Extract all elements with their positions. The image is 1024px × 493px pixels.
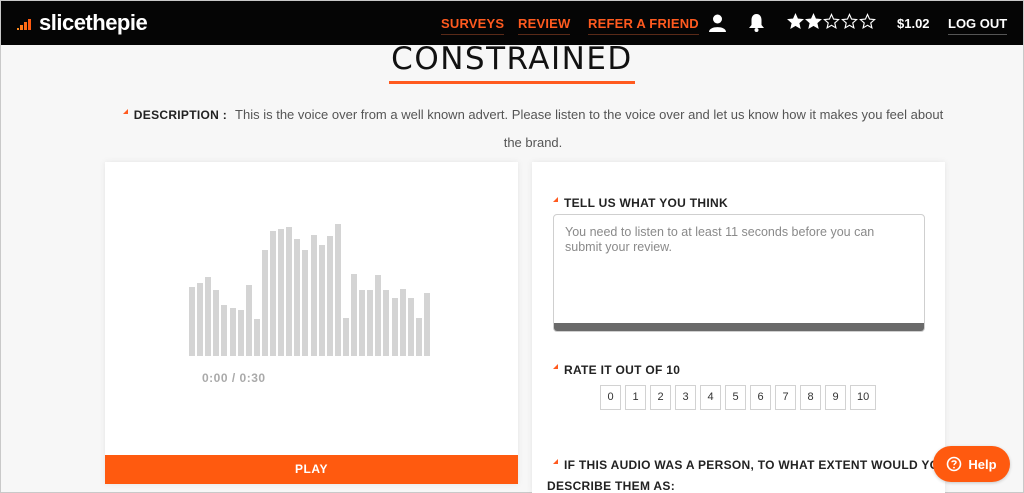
account-balance: $1.02 [897,16,930,31]
waveform-bar [415,318,422,356]
review-textarea[interactable] [554,215,924,323]
star-empty-icon [841,13,858,30]
star-filled-icon [787,13,804,30]
rate-label: RATE IT OUT OF 10 [564,363,681,377]
logo-signal-icon [17,19,31,30]
waveform-bar [407,298,414,356]
rating-option-5[interactable]: 5 [725,385,746,410]
waveform-bar [261,250,268,356]
waveform-bar [310,235,317,356]
waveform-bar [334,224,341,356]
track-title: CONSTRAINED [389,41,635,84]
track-title-wrap: CONSTRAINED [1,41,1023,84]
waveform-bar [367,290,374,356]
rating-option-6[interactable]: 6 [750,385,771,410]
play-button[interactable]: PLAY [105,455,518,484]
logout-link[interactable]: LOG OUT [948,16,1008,35]
waveform-bar [221,305,228,356]
textarea-progress-bar [554,323,924,331]
rating-option-10[interactable]: 10 [850,385,877,410]
help-question-icon [947,456,962,472]
bullet-triangle-icon [553,364,558,370]
waveform-bar [318,245,325,356]
waveform-bar [245,285,252,356]
description-text: This is the voice over from a well known… [235,107,944,150]
person-question: IF THIS AUDIO WAS A PERSON, TO WHAT EXTE… [547,455,957,493]
playback-time: 0:00 / 0:30 [202,371,266,385]
rating-option-4[interactable]: 4 [700,385,721,410]
waveform-bar [351,274,357,356]
waveform-bar [237,310,244,356]
waveform-bar [302,250,309,356]
waveform-bar [205,277,212,356]
waveform-bar [342,318,349,356]
description-label: DESCRIPTION : [133,108,228,122]
rating-option-9[interactable]: 9 [825,385,846,410]
brand-logo[interactable]: slicethepie [15,10,148,36]
review-textbox-wrap [553,214,925,332]
waveform-bar [229,308,236,356]
rating-option-1[interactable]: 1 [625,385,646,410]
audio-waveform[interactable] [189,224,435,356]
waveform-bar [359,290,366,356]
star-empty-icon [823,13,840,30]
waveform-bar [383,290,390,356]
nav-review-link[interactable]: REVIEW [518,16,571,35]
user-icon[interactable] [708,13,727,37]
rate-heading: RATE IT OUT OF 10 [553,363,680,377]
waveform-bar [270,231,276,356]
bullet-triangle-icon [553,197,558,203]
star-rating [787,13,876,30]
waveform-bar [391,298,398,356]
waveform-bar [399,289,406,356]
tell-us-heading: TELL US WHAT YOU THINK [553,196,728,210]
star-empty-icon [859,13,876,30]
rating-option-7[interactable]: 7 [775,385,796,410]
star-filled-icon [805,13,822,30]
rating-option-2[interactable]: 2 [650,385,671,410]
bullet-triangle-icon [553,459,558,465]
waveform-bar [253,319,260,356]
rating-option-0[interactable]: 0 [600,385,621,410]
waveform-bar [423,293,430,356]
waveform-bar [197,283,204,356]
help-label: Help [968,456,997,472]
rating-scale: 0 1 2 3 4 5 6 7 8 9 10 [600,385,877,410]
waveform-bar [326,236,333,356]
rating-option-8[interactable]: 8 [800,385,821,410]
nav-surveys-link[interactable]: SURVEYS [441,16,505,35]
waveform-bar [189,287,195,356]
waveform-bar [375,275,382,356]
top-nav-bar: slicethepie SURVEYS REVIEW REFER A FRIEN… [1,1,1023,45]
description: DESCRIPTION : This is the voice over from… [113,101,953,156]
person-question-text: IF THIS AUDIO WAS A PERSON, TO WHAT EXTE… [547,458,949,493]
waveform-bar [286,227,293,356]
logo-text: slicethepie [39,10,148,35]
waveform-bar [294,239,301,356]
review-card: TELL US WHAT YOU THINK RATE IT OUT OF 10… [532,162,948,493]
tell-us-label: TELL US WHAT YOU THINK [564,196,728,210]
nav-refer-link[interactable]: REFER A FRIEND [588,16,699,35]
help-button[interactable]: Help [933,446,1010,482]
rating-option-3[interactable]: 3 [675,385,696,410]
bell-icon[interactable] [748,13,765,37]
waveform-bar [278,229,285,356]
bullet-triangle-icon [122,109,128,115]
waveform-bar [213,290,220,356]
audio-player-card: 0:00 / 0:30 PLAY [105,162,518,484]
